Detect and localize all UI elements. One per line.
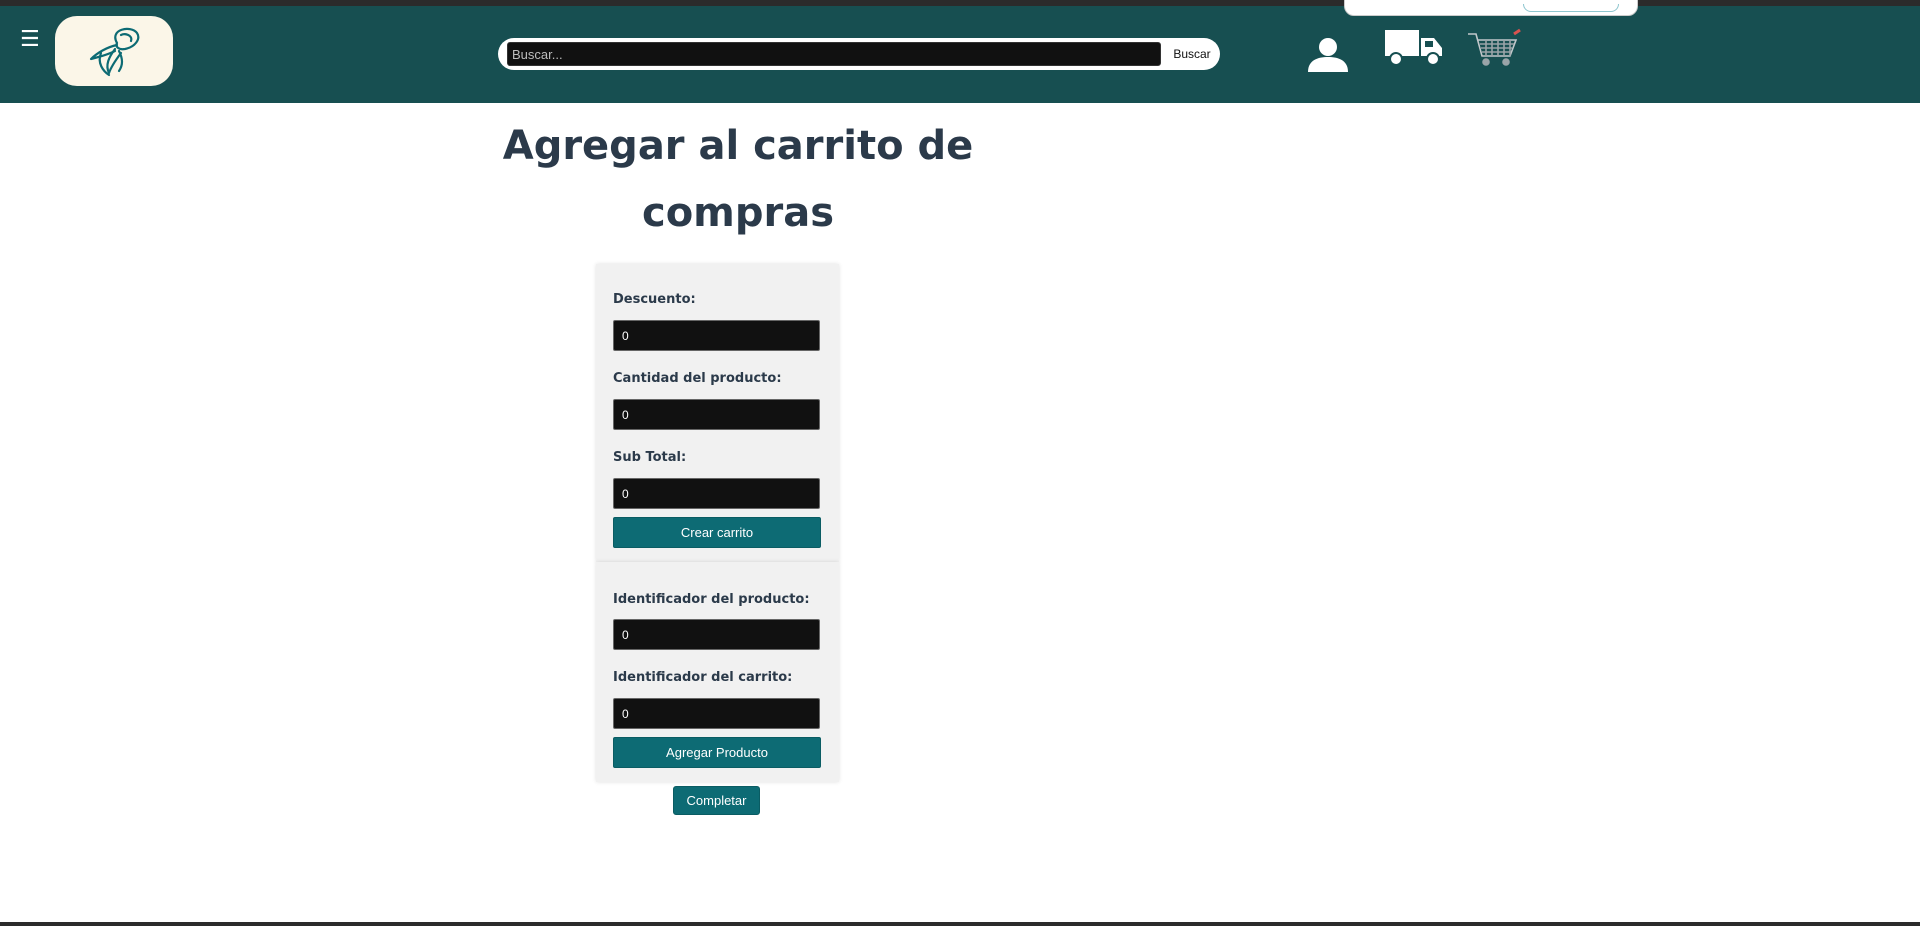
- navbar: ☰ Buscar: [0, 6, 1920, 103]
- cart-icon[interactable]: [1466, 28, 1522, 68]
- truck-icon-graphic: [1385, 30, 1442, 66]
- cart-form: Descuento: Cantidad del producto: Sub To…: [596, 264, 839, 562]
- complete-button[interactable]: Completar: [673, 786, 760, 815]
- search-bar: Buscar: [498, 38, 1220, 70]
- add-product-form: Identificador del producto: Identificado…: [596, 562, 839, 782]
- browser-bottom-edge: [0, 922, 1920, 926]
- cart-id-field[interactable]: [613, 698, 820, 729]
- sun-hat-logo: [89, 27, 140, 77]
- create-cart-button[interactable]: Crear carrito: [613, 517, 821, 548]
- product-id-label: Identificador del producto:: [613, 592, 810, 607]
- site-logo[interactable]: [55, 16, 173, 86]
- search-button[interactable]: Buscar: [1166, 43, 1218, 65]
- popup-button[interactable]: [1523, 4, 1619, 12]
- search-input[interactable]: [507, 42, 1161, 66]
- hamburger-icon[interactable]: ☰: [20, 29, 40, 51]
- discount-field[interactable]: [613, 320, 820, 351]
- discount-label: Descuento:: [613, 292, 696, 307]
- notification-popup: [1344, 0, 1638, 16]
- truck-icon[interactable]: [1384, 28, 1446, 68]
- cart-id-label: Identificador del carrito:: [613, 670, 793, 685]
- user-icon-graphic: [1308, 38, 1348, 72]
- add-product-button[interactable]: Agregar Producto: [613, 737, 821, 768]
- subtotal-field[interactable]: [613, 478, 820, 509]
- product-id-field[interactable]: [613, 619, 820, 650]
- user-icon[interactable]: [1304, 36, 1352, 72]
- quantity-field[interactable]: [613, 399, 820, 430]
- cart-icon-graphic: [1468, 28, 1521, 66]
- subtotal-label: Sub Total:: [613, 450, 687, 465]
- page-title: Agregar al carrito de compras: [502, 123, 974, 236]
- quantity-label: Cantidad del producto:: [613, 371, 782, 386]
